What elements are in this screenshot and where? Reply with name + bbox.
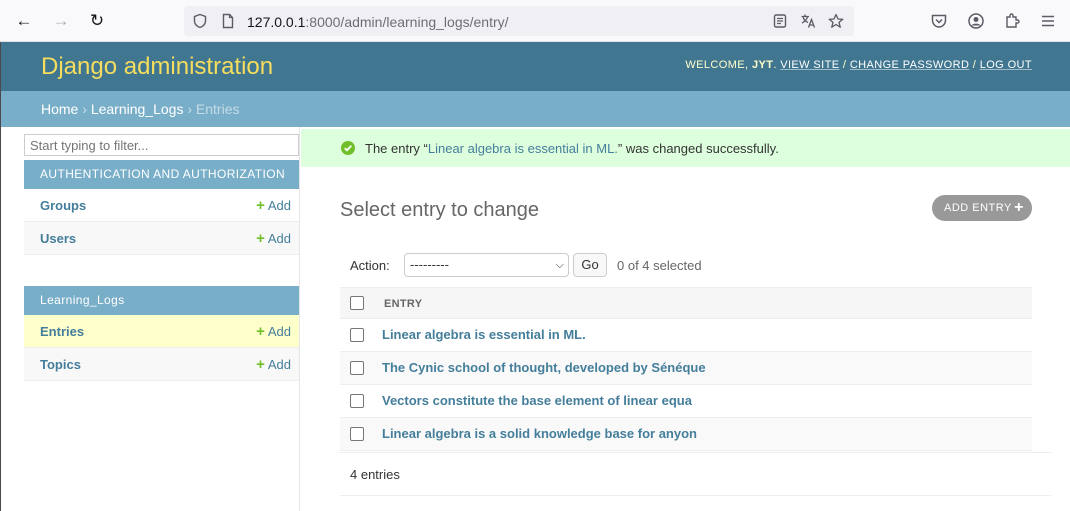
sidebar-item-users[interactable]: Users + Add — [24, 222, 299, 255]
action-counter: 0 of 4 selected — [617, 258, 702, 273]
success-message: The entry “Linear algebra is essential i… — [301, 129, 1070, 167]
breadcrumb-app[interactable]: Learning_Logs — [91, 101, 184, 117]
table-header: Entry — [340, 287, 1032, 319]
nav-filter-input[interactable] — [24, 134, 299, 156]
message-entry-link[interactable]: Linear algebra is essential in ML. — [428, 141, 618, 156]
site-branding[interactable]: Django administration — [41, 53, 273, 81]
plus-icon: + — [1014, 199, 1024, 216]
result-list: Entry Linear algebra is essential in ML.… — [340, 287, 1032, 451]
add-entry-button[interactable]: Add entry + — [932, 195, 1032, 221]
breadcrumb-current: Entries — [195, 101, 240, 117]
add-entries-link[interactable]: + Add — [256, 323, 291, 340]
address-bar[interactable]: 127.0.0.1:8000/admin/learning_logs/entry… — [184, 6, 854, 36]
model-link-groups[interactable]: Groups — [40, 198, 86, 213]
column-header-entry[interactable]: Entry — [384, 298, 422, 310]
table-row: Linear algebra is essential in ML. — [340, 319, 1032, 352]
browser-toolbar: ← → ↻ 127.0.0.1:8000/admin/learning_logs… — [0, 0, 1070, 42]
action-select[interactable]: --------- ⌵ — [404, 253, 569, 277]
add-entry-label: Add entry — [944, 202, 1012, 214]
view-site-link[interactable]: View site — [780, 59, 839, 71]
admin-header: Django administration Welcome, JYT. View… — [1, 42, 1070, 91]
add-label: Add — [267, 198, 291, 213]
welcome-text: Welcome, — [685, 59, 749, 71]
row-checkbox[interactable] — [350, 394, 364, 408]
page-icon[interactable] — [220, 13, 236, 29]
add-users-link[interactable]: + Add — [256, 230, 291, 247]
add-label: Add — [267, 357, 291, 372]
add-topics-link[interactable]: + Add — [256, 356, 291, 373]
go-button[interactable]: Go — [573, 253, 607, 277]
row-checkbox[interactable] — [350, 361, 364, 375]
chevron-down-icon: ⌵ — [555, 259, 564, 271]
plus-icon: + — [256, 323, 265, 340]
entry-link[interactable]: The Cynic school of thought, developed b… — [382, 360, 706, 375]
forward-arrow-icon[interactable]: → — [51, 11, 71, 31]
table-row: The Cynic school of thought, developed b… — [340, 352, 1032, 385]
back-arrow-icon[interactable]: ← — [14, 11, 34, 31]
breadcrumb-separator: › — [82, 101, 87, 117]
plus-icon: + — [256, 356, 265, 373]
plus-icon: + — [256, 230, 265, 247]
reload-icon[interactable]: ↻ — [87, 11, 107, 31]
message-prefix: The entry “ — [365, 141, 428, 156]
nav-sidebar: Authentication and Authorization Groups … — [23, 127, 300, 511]
paginator: 4 entries — [340, 452, 1051, 496]
reader-view-icon[interactable] — [772, 13, 788, 29]
username: JYT — [751, 59, 774, 71]
module-caption-learning-logs[interactable]: Learning_Logs — [24, 286, 299, 315]
model-link-topics[interactable]: Topics — [40, 357, 81, 372]
actions-bar: Action: --------- ⌵ Go 0 of 4 selected — [340, 250, 1032, 280]
url-path: :8000/admin/learning_logs/entry/ — [305, 14, 509, 30]
sidebar-item-topics[interactable]: Topics + Add — [24, 348, 299, 381]
pocket-icon[interactable] — [930, 12, 948, 30]
entries-count: 4 entries — [350, 467, 400, 482]
message-text: The entry “Linear algebra is essential i… — [365, 141, 779, 156]
breadcrumb: Home › Learning_Logs › Entries — [1, 91, 1070, 127]
entry-link[interactable]: Vectors constitute the base element of l… — [382, 393, 692, 408]
check-circle-icon — [341, 141, 355, 155]
log-out-link[interactable]: Log out — [980, 59, 1032, 71]
sidebar-item-groups[interactable]: Groups + Add — [24, 189, 299, 222]
row-checkbox[interactable] — [350, 427, 364, 441]
menu-icon[interactable] — [1039, 12, 1057, 30]
action-label: Action: — [350, 258, 390, 273]
action-selected-value: --------- — [410, 257, 449, 272]
sidebar-item-entries[interactable]: Entries + Add — [24, 315, 299, 348]
shield-icon[interactable] — [192, 13, 208, 29]
module-auth: Authentication and Authorization Groups … — [24, 160, 299, 255]
change-password-link[interactable]: Change password — [850, 59, 969, 71]
table-row: Linear algebra is a solid knowledge base… — [340, 418, 1032, 451]
add-groups-link[interactable]: + Add — [256, 197, 291, 214]
account-icon[interactable] — [967, 12, 985, 30]
bookmark-star-icon[interactable] — [828, 13, 844, 29]
translate-icon[interactable] — [800, 13, 816, 29]
model-link-users[interactable]: Users — [40, 231, 76, 246]
row-checkbox[interactable] — [350, 328, 364, 342]
user-tools: Welcome, JYT. View site / Change passwor… — [685, 59, 1032, 71]
entry-link[interactable]: Linear algebra is a solid knowledge base… — [382, 426, 697, 441]
module-caption-auth[interactable]: Authentication and Authorization — [24, 160, 299, 189]
url-host: 127.0.0.1 — [247, 14, 306, 30]
table-row: Vectors constitute the base element of l… — [340, 385, 1032, 418]
breadcrumb-separator: › — [187, 101, 193, 117]
plus-icon: + — [256, 197, 265, 214]
extensions-icon[interactable] — [1003, 12, 1021, 30]
entry-link[interactable]: Linear algebra is essential in ML. — [382, 327, 586, 342]
breadcrumb-home[interactable]: Home — [41, 101, 78, 117]
page-title: Select entry to change — [340, 199, 540, 221]
module-learning-logs: Learning_Logs Entries + Add Topics + Add — [24, 286, 299, 381]
add-label: Add — [267, 231, 291, 246]
select-all-checkbox[interactable] — [350, 296, 364, 310]
message-suffix: ” was changed successfully. — [617, 141, 779, 156]
url-text: 127.0.0.1:8000/admin/learning_logs/entry… — [247, 14, 509, 30]
model-link-entries[interactable]: Entries — [40, 324, 84, 339]
add-label: Add — [267, 324, 291, 339]
